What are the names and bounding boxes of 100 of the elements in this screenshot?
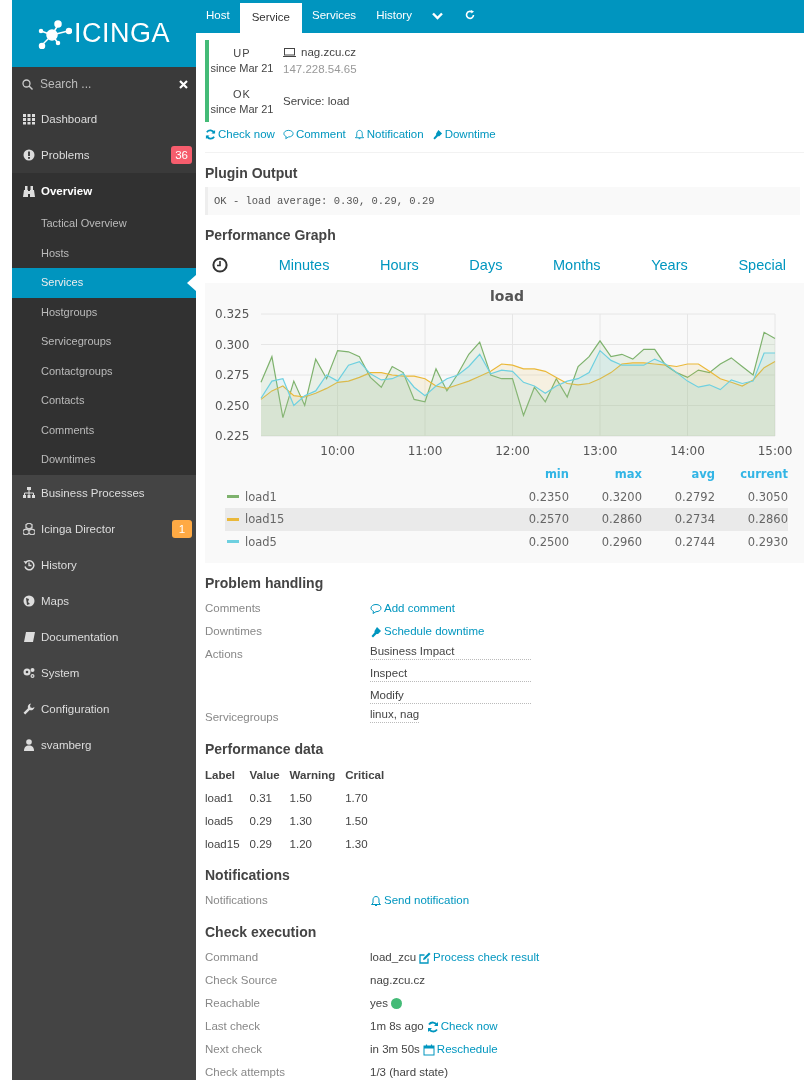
table-cell-text: 1.50 [345,813,369,829]
tab[interactable]: Service [239,3,302,33]
downtime-icon [431,128,443,140]
column-heading: Warning [289,763,346,786]
nav-subitem[interactable]: Hosts [12,238,196,268]
nav-item[interactable]: Configuration [12,690,196,727]
process-link[interactable]: Process check result [419,946,540,969]
downtime-link[interactable]: Downtime [431,128,496,140]
field-label: Comments [205,601,262,616]
field-value: 1m 8s ago [370,1019,424,1034]
nav-item[interactable]: Business Processes [12,474,196,511]
chart-title: load [490,288,524,304]
field-value: yes [370,996,388,1011]
table-cell: load15 [205,832,250,855]
nav-item[interactable]: Problems 36 [12,137,196,173]
time-range-link[interactable]: Years [651,257,688,273]
binoculars-icon [23,185,35,197]
nav-item[interactable]: Icinga Director 1 [12,510,196,547]
field-label: Actions [205,647,244,662]
legend-value: 0.2744 [642,530,715,553]
legend-label[interactable]: load15 [245,512,285,527]
nav-item[interactable]: Maps [12,582,196,619]
nav-subitem[interactable]: Contactgroups [12,356,196,386]
nav-subitem[interactable]: Comments [12,415,196,445]
plugin-output: OK - load average: 0.30, 0.29, 0.29 [205,187,800,215]
legend-value: 0.2570 [496,508,569,531]
field-label: Notifications [205,893,269,908]
column-heading: Critical [345,767,386,783]
comment-link[interactable]: Add comment [370,597,455,620]
comment-link[interactable]: Comment [282,128,346,140]
table-cell: load5 [205,809,250,832]
nav-subitem[interactable]: Downtimes [12,445,196,475]
field-label: Command [205,950,260,965]
reschedule-link[interactable]: Reschedule [422,1038,498,1061]
legend-value: 0.2960 [569,530,642,553]
axis-tick-label: 0.325 [215,307,250,321]
legend-value: 0.2500 [496,530,569,553]
legend-value: 0.2930 [715,530,788,553]
laptop-icon [283,47,296,57]
nav-subitem[interactable]: Contacts [12,386,196,416]
table-cell: 0.31 [249,786,290,809]
nav-item[interactable]: System [12,654,196,691]
action-link[interactable]: Inspect [370,665,532,682]
nav-item[interactable]: Overview [12,173,196,209]
action-link[interactable]: Modify [370,687,532,704]
nav-subitem[interactable]: Tactical Overview [12,209,196,239]
search-field[interactable]: Search ... [38,76,174,92]
field-value: in 3m 50s [370,1042,420,1057]
recheck-link[interactable]: Check now [426,1015,498,1038]
close-icon[interactable] [179,79,188,89]
count-badge: 36 [171,146,192,164]
field-label: Last check [205,1019,261,1034]
state-label: OK since Mar 21 [205,81,275,122]
globe-icon [23,594,35,607]
nav-item[interactable]: Documentation [12,618,196,655]
refresh-icon[interactable] [464,10,475,20]
search-icon [22,78,33,90]
time-range-link[interactable]: Special [738,257,786,273]
gears-icon [23,666,35,679]
time-range-link[interactable]: Months [553,257,601,273]
action-link[interactable]: linux, nag [370,706,420,723]
time-range-link[interactable]: Hours [380,257,419,273]
field-label: Servicegroups [205,710,280,725]
chevron-down-icon[interactable] [431,12,443,20]
time-range-link[interactable]: Days [469,257,503,273]
service-name: Service: load [283,94,350,109]
legend-label[interactable]: load5 [245,534,277,549]
notification-link[interactable]: Notification [353,128,424,140]
field-label: Downtimes [205,624,263,639]
search-bar[interactable]: Search ... [12,67,196,101]
legend-column-heading: max [569,463,642,486]
table-cell-text: 1.50 [289,790,313,806]
axis-tick-label: 13:00 [582,444,618,458]
legend-column-heading: min [543,465,569,483]
downtime-link[interactable]: Schedule downtime [370,620,485,643]
axis-tick-label: 12:00 [495,444,530,458]
action-link[interactable]: Business Impact [370,643,532,660]
legend-value: 0.2350 [496,485,569,508]
field-label: Check attempts [205,1065,286,1080]
wrench-icon [23,702,35,715]
nav-item[interactable]: History [12,546,196,583]
section-heading: Performance data [205,741,325,757]
recheck-link[interactable]: Check now [205,128,275,140]
legend-value: 0.2734 [642,508,715,531]
sitemap-icon [23,486,35,499]
axis-tick-label: 0.275 [215,368,250,382]
legend-label[interactable]: load1 [245,489,277,504]
downtime-icon [370,625,382,638]
nav-subitem[interactable]: Servicegroups [12,327,196,357]
legend-value: 0.2792 [642,485,715,508]
edit-icon [419,951,432,964]
axis-tick-label: 15:00 [757,444,793,458]
nav-subitem[interactable]: Hostgroups [12,297,196,327]
table-cell: 0.29 [249,809,290,832]
notification-link[interactable]: Send notification [370,889,470,912]
nav-item[interactable]: svamberg [12,726,196,763]
calendar-icon [422,1043,435,1056]
legend-value: 0.3200 [569,485,642,508]
section-heading: Plugin Output [205,165,299,181]
nav-item[interactable]: Dashboard [12,101,196,137]
